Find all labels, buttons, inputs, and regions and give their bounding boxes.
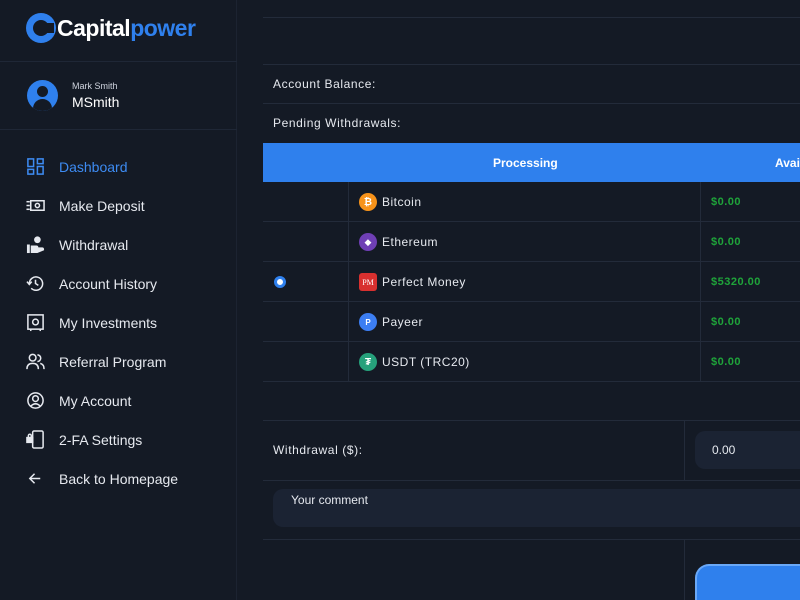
nav-my-investments[interactable]: My Investments — [0, 303, 237, 342]
nav-label: 2-FA Settings — [59, 431, 143, 448]
divider — [684, 420, 685, 480]
withdrawal-panel: Account Balance: Pending Withdrawals: Pr… — [263, 0, 800, 600]
payeer-icon: P — [359, 313, 377, 331]
tether-icon: ₮ — [359, 353, 377, 371]
table-row[interactable]: ₿ Bitcoin $0.00 — [263, 182, 800, 222]
table-row[interactable]: ₮ USDT (TRC20) $0.00 — [263, 342, 800, 382]
available-amount: $5320.00 — [711, 276, 761, 288]
divider — [263, 420, 800, 421]
nav-label: Dashboard — [59, 158, 128, 175]
user-full-name: Mark Smith — [72, 81, 118, 91]
payment-method-name: Ethereum — [382, 235, 439, 249]
dashboard-icon — [26, 157, 45, 176]
available-amount: $0.00 — [711, 196, 742, 208]
divider — [263, 539, 800, 540]
nav-my-account[interactable]: My Account — [0, 381, 237, 420]
history-icon — [26, 274, 45, 293]
withdrawal-amount-label: Withdrawal ($): — [273, 443, 363, 457]
nav-referral-program[interactable]: Referral Program — [0, 342, 237, 381]
nav-label: My Account — [59, 392, 132, 409]
logo-text-capital: Capital — [57, 14, 131, 41]
sidebar-nav: Dashboard Make Deposit Withdrawal Accoun… — [0, 147, 237, 498]
available-amount: $0.00 — [711, 236, 742, 248]
nav-label: My Investments — [59, 314, 158, 331]
user-profile: Mark Smith MSmith — [27, 80, 119, 111]
divider — [684, 539, 685, 600]
cash-icon — [26, 196, 45, 215]
divider — [263, 17, 800, 18]
header-available: Avai — [775, 156, 800, 170]
bitcoin-icon: ₿ — [359, 193, 377, 211]
logo[interactable]: Capitalpower — [26, 12, 196, 44]
divider — [0, 129, 237, 130]
arrow-left-icon — [26, 469, 45, 488]
payment-method-name: Bitcoin — [382, 195, 422, 209]
account-circle-icon — [26, 391, 45, 410]
nav-label: Referral Program — [59, 353, 167, 370]
nav-make-deposit[interactable]: Make Deposit — [0, 186, 237, 225]
withdrawal-amount-input[interactable] — [695, 431, 800, 469]
available-amount: $0.00 — [711, 316, 742, 328]
nav-back-to-homepage[interactable]: Back to Homepage — [0, 459, 237, 498]
ethereum-icon: ◆ — [359, 233, 377, 251]
available-amount: $0.00 — [711, 356, 742, 368]
divider — [0, 61, 237, 62]
nav-label: Account History — [59, 275, 158, 292]
payment-method-name: Payeer — [382, 315, 424, 329]
payment-method-name: Perfect Money — [382, 275, 466, 289]
header-processing: Processing — [493, 156, 558, 170]
divider — [263, 64, 800, 65]
safe-icon — [26, 313, 45, 332]
hand-coin-icon — [26, 235, 45, 254]
users-icon — [26, 352, 45, 371]
nav-label: Withdrawal — [59, 236, 129, 253]
nav-2fa-settings[interactable]: 2-FA Settings — [0, 420, 237, 459]
nav-account-history[interactable]: Account History — [0, 264, 237, 303]
table-row[interactable]: P Payeer $0.00 — [263, 302, 800, 342]
logo-mark-icon — [26, 13, 56, 43]
submit-withdrawal-button[interactable] — [695, 564, 800, 600]
payment-method-name: USDT (TRC20) — [382, 355, 470, 369]
account-balance-label: Account Balance: — [273, 77, 376, 91]
table-row[interactable]: PM Perfect Money $5320.00 — [263, 262, 800, 302]
table-row[interactable]: ◆ Ethereum $0.00 — [263, 222, 800, 262]
comment-field[interactable] — [273, 489, 800, 527]
nav-withdrawal[interactable]: Withdrawal — [0, 225, 237, 264]
sidebar: Capitalpower Mark Smith MSmith Dashboard… — [0, 0, 237, 600]
selected-radio-button[interactable] — [274, 276, 286, 288]
nav-label: Back to Homepage — [59, 470, 179, 487]
divider — [263, 103, 800, 104]
nav-dashboard[interactable]: Dashboard — [0, 147, 237, 186]
payment-table-header: Processing Avai — [263, 143, 800, 182]
avatar-icon — [27, 80, 58, 111]
logo-text-power: power — [130, 14, 196, 41]
pending-withdrawals-label: Pending Withdrawals: — [273, 116, 402, 130]
user-login: MSmith — [72, 94, 120, 110]
perfect-money-icon: PM — [359, 273, 377, 291]
nav-label: Make Deposit — [59, 197, 145, 214]
phone-lock-icon — [26, 430, 45, 449]
divider — [263, 480, 800, 481]
